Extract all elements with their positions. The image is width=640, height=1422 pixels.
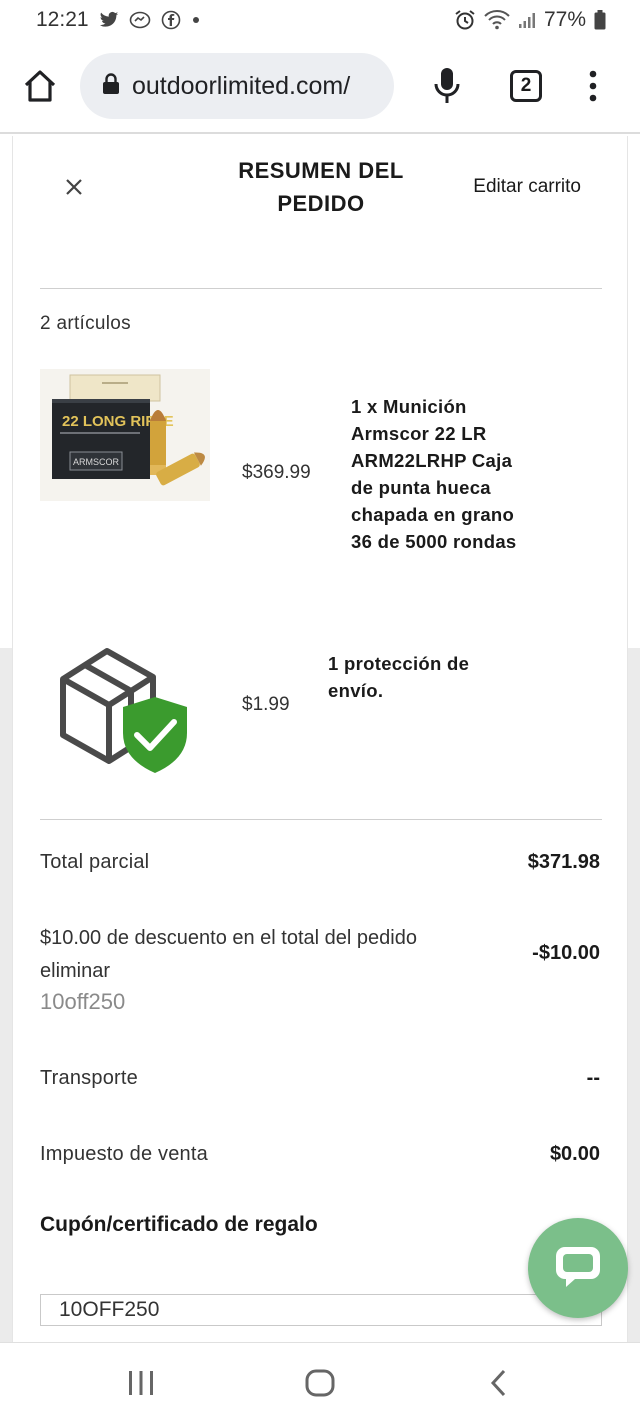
- chat-icon: [553, 1241, 603, 1296]
- tabs-icon[interactable]: 2: [510, 70, 542, 102]
- discount-value: -$10.00: [532, 942, 600, 964]
- status-time: 12:21: [36, 8, 89, 31]
- item-name: 1 x Munición Armscor 22 LR ARM22LRHP Caj…: [351, 393, 581, 555]
- item-name-line: envío.: [328, 680, 384, 701]
- item-name-line: 1 protección de: [328, 653, 470, 674]
- remove-discount-link[interactable]: eliminar: [40, 960, 110, 982]
- edit-cart-link[interactable]: Editar carrito: [473, 176, 581, 198]
- more-vert-icon[interactable]: [583, 66, 603, 106]
- subtotal-label: Total parcial: [40, 851, 150, 873]
- address-bar[interactable]: outdoorlimited.com/: [80, 53, 394, 119]
- tab-count: 2: [520, 75, 532, 96]
- discount-description: $10.00 de descuento en el total del pedi…: [40, 922, 490, 988]
- divider: [40, 819, 602, 820]
- status-bar: 12:21 77%: [0, 0, 640, 40]
- url-text: outdoorlimited.com/: [132, 71, 351, 100]
- subtotal-value: $371.98: [527, 851, 600, 873]
- title-line-2: PEDIDO: [277, 191, 365, 216]
- battery-percent: 77%: [543, 8, 586, 31]
- home-icon[interactable]: [22, 68, 58, 104]
- ammo-brand: ARMSCOR: [73, 457, 120, 467]
- chat-button[interactable]: [528, 1218, 628, 1318]
- order-summary-drawer: RESUMEN DEL PEDIDO Editar carrito 2 artí…: [12, 136, 628, 1342]
- home-nav-icon[interactable]: [305, 1369, 335, 1402]
- divider: [40, 288, 602, 289]
- item-price: $1.99: [242, 694, 290, 715]
- tax-label: Impuesto de venta: [40, 1143, 208, 1165]
- alarm-icon: [454, 9, 476, 31]
- item-name-line: Armscor 22 LR: [351, 423, 487, 444]
- shipping-label: Transporte: [40, 1067, 138, 1089]
- items-count: 2 artículos: [40, 313, 131, 334]
- mic-icon[interactable]: [432, 66, 462, 106]
- item-name-line: de punta hueca: [351, 477, 491, 498]
- lock-icon: [102, 72, 120, 100]
- discount-text: $10.00 de descuento en el total del pedi…: [40, 927, 417, 949]
- battery-icon: [594, 10, 606, 30]
- item-name-line: 1 x Munición: [351, 396, 467, 417]
- tax-value: $0.00: [549, 1143, 600, 1165]
- twitter-icon: [99, 11, 119, 29]
- discount-code: 10off250: [40, 989, 126, 1014]
- back-icon[interactable]: [488, 1369, 508, 1402]
- coupon-input[interactable]: [40, 1294, 602, 1326]
- item-name: 1 protección de envío.: [328, 650, 538, 704]
- shipping-value: --: [586, 1067, 600, 1089]
- ammo-box-image: 22 LONG RIFLE ARMSCOR: [40, 369, 210, 501]
- system-nav-bar: [0, 1342, 640, 1422]
- wifi-icon: [484, 10, 510, 30]
- title-line-1: RESUMEN DEL: [238, 158, 404, 183]
- close-icon[interactable]: [63, 176, 85, 198]
- item-name-line: chapada en grano: [351, 504, 515, 525]
- coupon-title: Cupón/certificado de regalo: [40, 1213, 318, 1236]
- shipping-protection-icon: [57, 641, 191, 777]
- browser-toolbar: outdoorlimited.com/ 2: [0, 40, 640, 134]
- page-title: RESUMEN DEL PEDIDO: [223, 154, 419, 220]
- recent-apps-icon[interactable]: [128, 1369, 154, 1402]
- messenger-icon: [129, 11, 151, 29]
- item-name-line: 36 de 5000 rondas: [351, 531, 517, 552]
- facebook-icon: [161, 10, 181, 30]
- item-price: $369.99: [242, 462, 311, 483]
- item-name-line: ARM22LRHP Caja: [351, 450, 513, 471]
- dot-icon: [191, 15, 201, 25]
- signal-icon: [518, 11, 536, 29]
